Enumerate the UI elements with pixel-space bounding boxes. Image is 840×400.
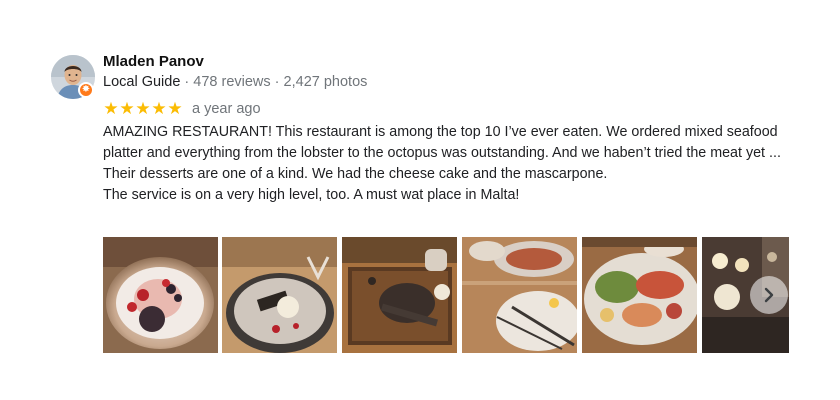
- review-photo[interactable]: [103, 237, 218, 353]
- author-meta: Local Guide · 478 reviews · 2,427 photos: [103, 74, 367, 90]
- review-text: AMAZING RESTAURANT! This restaurant is a…: [103, 122, 783, 206]
- star-icon: ★: [135, 99, 151, 119]
- review-photo[interactable]: [342, 237, 457, 353]
- photo-count: 2,427 photos: [283, 74, 368, 90]
- review-date: a year ago: [192, 101, 261, 117]
- author-name[interactable]: Mladen Panov: [103, 53, 204, 70]
- rating-row: ★ ★ ★ ★ ★ a year ago: [103, 99, 261, 119]
- review-photo[interactable]: [462, 237, 577, 353]
- local-guide-label: Local Guide: [103, 74, 181, 90]
- meta-separator: ·: [270, 74, 284, 90]
- review-text-line: The service is on a very high level, too…: [103, 187, 520, 203]
- meta-separator: ·: [180, 74, 194, 90]
- star-badge-icon: ✸: [78, 82, 94, 98]
- photo-strip: [103, 237, 789, 353]
- review-photo[interactable]: [222, 237, 337, 353]
- star-icon: ★: [167, 99, 183, 119]
- star-icon: ★: [119, 99, 135, 119]
- star-icon: ★: [151, 99, 167, 119]
- review-card: ✸ Mladen Panov Local Guide · 478 reviews…: [0, 0, 840, 400]
- review-photo[interactable]: [582, 237, 697, 353]
- chevron-right-icon: [764, 287, 774, 303]
- star-rating: ★ ★ ★ ★ ★: [103, 99, 183, 119]
- review-count: 478 reviews: [193, 74, 271, 90]
- review-text-line: AMAZING RESTAURANT! This restaurant is a…: [103, 124, 781, 161]
- next-photos-button[interactable]: [750, 276, 788, 314]
- star-icon: ★: [103, 99, 119, 119]
- review-text-line: Their desserts are one of a kind. We had…: [103, 166, 608, 182]
